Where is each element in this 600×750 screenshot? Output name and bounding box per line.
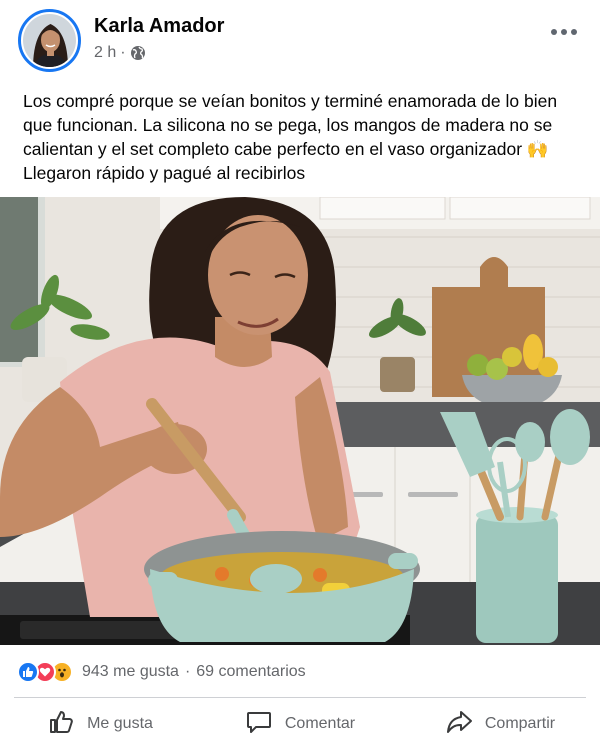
avatar-image — [23, 14, 76, 67]
post-actions: Me gusta Comentar Compartir — [0, 700, 600, 748]
more-options-icon[interactable] — [546, 22, 582, 42]
post-text-line: que funcionan. La silicona no se pega, l… — [23, 115, 553, 135]
post-text-line: Los compré porque se veían bonitos y ter… — [23, 91, 558, 111]
reaction-counts: 943 me gusta · 69 comentarios — [82, 663, 306, 681]
like-reaction-icon — [17, 661, 39, 683]
comment-icon — [245, 708, 273, 741]
comment-button[interactable]: Comentar — [200, 700, 400, 748]
share-button[interactable]: Compartir — [400, 700, 600, 748]
post-header: Karla Amador 2 h · — [0, 0, 600, 80]
share-icon — [445, 708, 473, 741]
reactions-summary[interactable]: 943 me gusta · 69 comentarios — [17, 658, 306, 686]
comment-button-label: Comentar — [284, 715, 356, 732]
author-name[interactable]: Karla Amador — [94, 15, 224, 38]
post-text: Los compré porque se veían bonitos y ter… — [23, 89, 578, 185]
like-button[interactable]: Me gusta — [0, 700, 200, 748]
like-button-label: Me gusta — [87, 715, 153, 732]
meta-separator: · — [120, 44, 126, 61]
globe-icon[interactable] — [130, 45, 146, 61]
post-photo[interactable] — [0, 197, 600, 645]
social-post: Karla Amador 2 h · Los compré porque se … — [0, 0, 600, 750]
post-text-line: calientan y el set completo cabe perfect… — [23, 139, 549, 159]
post-time[interactable]: 2 h — [94, 44, 116, 62]
counts-separator: · — [184, 663, 191, 680]
post-text-line: Llegaron rápido y pagué al recibirlos — [23, 163, 306, 183]
likes-count[interactable]: 943 me gusta — [82, 663, 179, 681]
divider — [14, 697, 586, 698]
avatar[interactable] — [18, 9, 81, 72]
post-meta: 2 h · — [94, 44, 146, 62]
thumbs-up-icon — [47, 708, 75, 741]
share-button-label: Compartir — [484, 715, 556, 732]
comments-count[interactable]: 69 comentarios — [196, 663, 305, 681]
